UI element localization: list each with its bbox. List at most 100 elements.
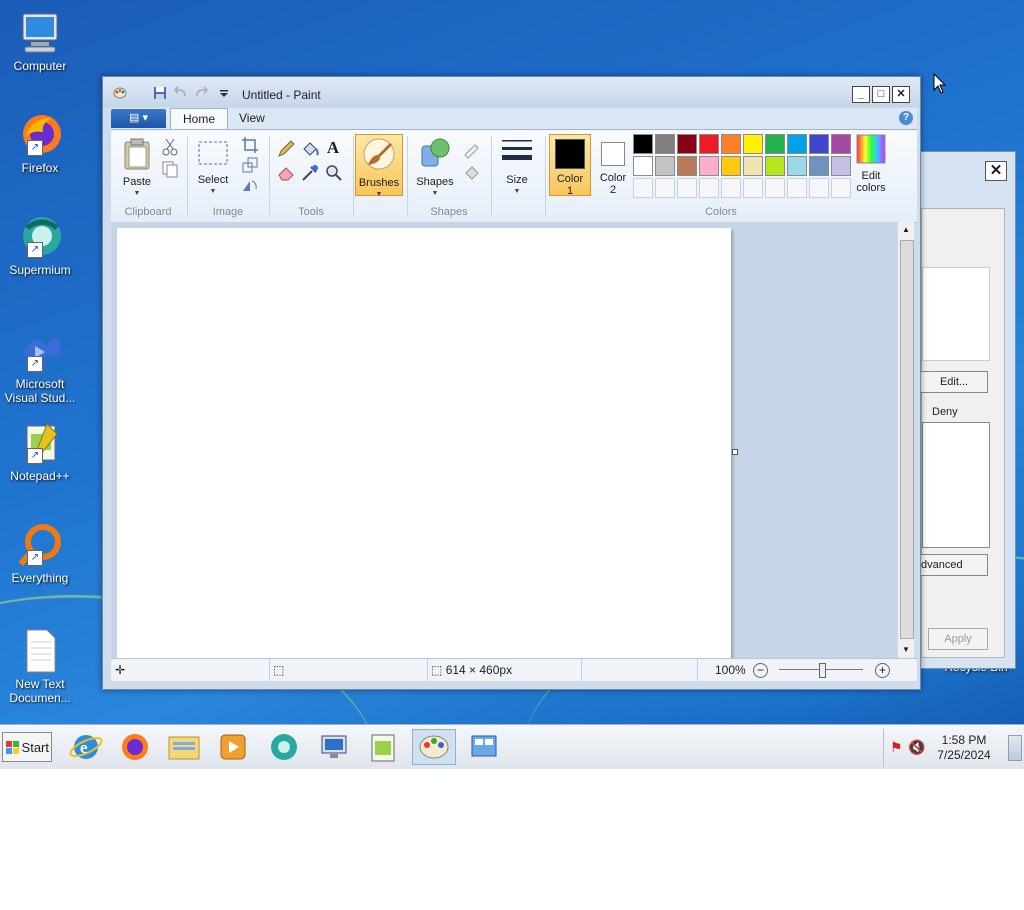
advanced-button[interactable]: dvanced	[920, 554, 988, 576]
paint-menu-button[interactable]: ▤ ▾	[111, 109, 166, 128]
tab-home[interactable]: Home	[170, 108, 229, 130]
eraser-icon[interactable]	[275, 162, 297, 184]
paste-button[interactable]: Paste ▼	[117, 138, 157, 200]
custom-color-slot[interactable]	[677, 178, 697, 198]
close-button[interactable]: ✕	[892, 86, 910, 103]
brushes-button[interactable]: Brushes ▼	[355, 134, 403, 198]
palette-color-swatch[interactable]	[699, 156, 719, 176]
crop-icon[interactable]	[239, 134, 261, 156]
minimize-button[interactable]: _	[852, 86, 870, 103]
custom-color-slot[interactable]	[655, 178, 675, 198]
taskbar-notepadpp[interactable]	[362, 729, 406, 765]
taskbar-media-player[interactable]	[211, 729, 255, 765]
edit-colors-button[interactable]: Edit colors	[851, 134, 891, 194]
desktop-icon-supermium[interactable]: ↗ Supermium	[2, 214, 78, 277]
palette-color-swatch[interactable]	[743, 156, 763, 176]
zoom-slider-thumb[interactable]	[819, 663, 826, 678]
copy-icon[interactable]	[159, 158, 181, 180]
custom-color-slot[interactable]	[699, 178, 719, 198]
action-center-icon[interactable]: ⚑	[890, 739, 903, 756]
palette-color-swatch[interactable]	[831, 134, 851, 154]
palette-color-swatch[interactable]	[809, 156, 829, 176]
palette-color-swatch[interactable]	[787, 156, 807, 176]
taskbar-remote-desktop[interactable]	[312, 729, 356, 765]
desktop-icon-visual-studio[interactable]: ↗ Microsoft Visual Stud...	[2, 328, 78, 405]
help-icon[interactable]: ?	[899, 111, 913, 125]
desktop-icon-everything[interactable]: ↗ Everything	[2, 522, 78, 585]
custom-color-slot[interactable]	[721, 178, 741, 198]
select-button[interactable]: Select ▼	[193, 138, 233, 198]
taskbar-paint[interactable]	[412, 729, 456, 765]
text-tool-icon[interactable]: A	[323, 138, 343, 158]
palette-color-swatch[interactable]	[677, 156, 697, 176]
shortcut-arrow-icon: ↗	[27, 550, 43, 566]
clock[interactable]: 1:58 PM 7/25/2024	[924, 733, 1004, 763]
taskbar-supermium[interactable]	[262, 729, 306, 765]
fill-icon[interactable]	[461, 160, 483, 182]
resize-icon[interactable]	[239, 154, 261, 176]
cut-icon[interactable]	[159, 136, 181, 158]
color2-button[interactable]: Color 2	[593, 134, 633, 196]
outline-icon[interactable]	[461, 138, 483, 160]
fill-bucket-icon[interactable]	[299, 138, 321, 160]
zoom-out-button[interactable]: −	[753, 663, 768, 678]
palette-color-swatch[interactable]	[721, 156, 741, 176]
custom-color-slot[interactable]	[765, 178, 785, 198]
taskbar-internet-explorer[interactable]: e	[64, 729, 108, 765]
start-button[interactable]: Start	[2, 732, 52, 762]
custom-color-slot[interactable]	[743, 178, 763, 198]
custom-color-slot[interactable]	[787, 178, 807, 198]
palette-color-swatch[interactable]	[633, 134, 653, 154]
scroll-up-icon[interactable]: ▲	[898, 222, 914, 238]
drawing-canvas[interactable]	[117, 228, 731, 658]
taskbar-file-explorer[interactable]	[162, 729, 206, 765]
volume-muted-icon[interactable]: 🔇	[908, 739, 925, 756]
size-button[interactable]: Size ▼	[497, 136, 537, 198]
palette-color-swatch[interactable]	[655, 156, 675, 176]
palette-color-swatch[interactable]	[677, 134, 697, 154]
palette-color-swatch[interactable]	[721, 134, 741, 154]
title-bar[interactable]: Untitled - Paint _ □ ✕	[103, 77, 920, 107]
permissions-list[interactable]	[922, 422, 990, 548]
palette-color-swatch[interactable]	[655, 134, 675, 154]
palette-color-swatch[interactable]	[633, 156, 653, 176]
apply-button[interactable]: Apply	[928, 628, 988, 650]
taskbar-control-panel[interactable]	[462, 729, 506, 765]
palette-color-swatch[interactable]	[809, 134, 829, 154]
edit-button[interactable]: Edit...	[920, 371, 988, 393]
taskbar-firefox[interactable]	[113, 729, 157, 765]
palette-color-swatch[interactable]	[765, 156, 785, 176]
palette-color-swatch[interactable]	[831, 156, 851, 176]
rotate-icon[interactable]	[239, 174, 261, 196]
save-icon[interactable]	[153, 86, 167, 100]
show-desktop-button[interactable]	[1008, 735, 1022, 761]
vertical-scrollbar[interactable]: ▲ ▼	[897, 222, 914, 658]
tab-view[interactable]: View	[227, 108, 277, 129]
palette-color-swatch[interactable]	[787, 134, 807, 154]
desktop-icon-computer[interactable]: Computer	[2, 10, 78, 73]
customize-quick-access-icon[interactable]	[217, 86, 231, 100]
dialog-list-box[interactable]	[922, 267, 990, 361]
custom-color-slot[interactable]	[809, 178, 829, 198]
palette-color-swatch[interactable]	[765, 134, 785, 154]
pencil-icon[interactable]	[275, 138, 297, 160]
palette-color-swatch[interactable]	[699, 134, 719, 154]
maximize-button[interactable]: □	[872, 86, 890, 103]
custom-color-slot[interactable]	[633, 178, 653, 198]
shapes-button[interactable]: Shapes ▼	[413, 136, 457, 200]
magnifier-icon[interactable]	[323, 162, 345, 184]
desktop-icon-notepadpp[interactable]: ↗ Notepad++	[2, 420, 78, 483]
scrollbar-thumb[interactable]	[900, 240, 914, 639]
desktop-icon-firefox[interactable]: ↗ Firefox	[2, 112, 78, 175]
desktop-icon-new-text-document[interactable]: New Text Documen...	[2, 628, 78, 705]
canvas-resize-handle[interactable]	[732, 449, 738, 455]
dialog-close-button[interactable]: ✕	[985, 161, 1007, 181]
redo-icon[interactable]	[195, 86, 209, 100]
zoom-in-button[interactable]: +	[875, 663, 890, 678]
custom-color-slot[interactable]	[831, 178, 851, 198]
undo-icon[interactable]	[173, 86, 187, 100]
color-picker-icon[interactable]	[299, 162, 321, 184]
scroll-down-icon[interactable]: ▼	[898, 642, 914, 658]
color1-button[interactable]: Color 1	[549, 134, 591, 197]
palette-color-swatch[interactable]	[743, 134, 763, 154]
